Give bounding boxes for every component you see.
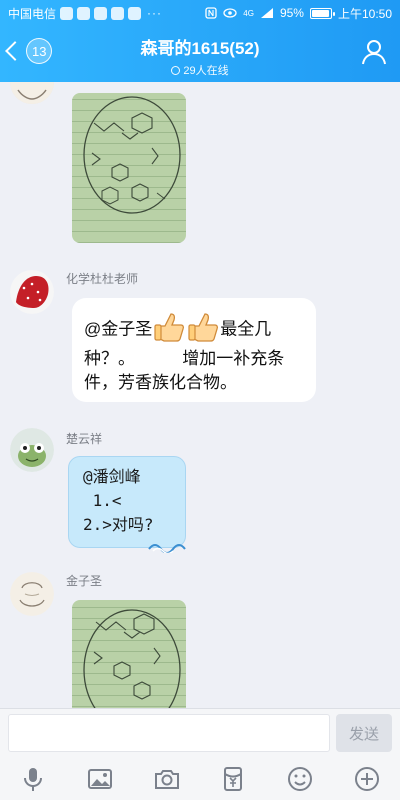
- signal-icon: [260, 8, 273, 18]
- eye-icon: [223, 8, 237, 18]
- navigation-bar: 13 森哥的1615(52) 29人在线: [0, 26, 400, 82]
- battery-percent: 95%: [279, 6, 304, 20]
- app-notification-icon: [60, 6, 74, 20]
- chevron-left-icon: [5, 41, 25, 61]
- message-text: @金子圣: [84, 319, 153, 339]
- app-notification-icon: [111, 6, 125, 20]
- avatar[interactable]: [10, 82, 54, 104]
- message-text: 种？。 增加一补充条: [84, 349, 285, 368]
- sender-name: 化学杜杜老师: [66, 272, 139, 286]
- avatar[interactable]: [10, 270, 54, 314]
- sender-name: 金子圣: [66, 574, 103, 588]
- carrier-label: 中国电信: [8, 6, 57, 21]
- plus-icon[interactable]: [353, 765, 381, 793]
- group-members-button[interactable]: [360, 38, 388, 66]
- avatar[interactable]: [10, 572, 54, 616]
- online-status: 29人在线: [60, 62, 340, 78]
- message-text: 件，芳香族化合物。: [84, 373, 237, 392]
- microphone-icon[interactable]: [19, 765, 47, 793]
- app-notification-icon: [128, 6, 142, 20]
- input-bar: 发送: [0, 708, 400, 758]
- input-toolbar: [0, 758, 400, 800]
- top-bar: 中国电信 ··· 4G 95% 上午10:50 13 森哥的1615(52) 2…: [0, 0, 400, 82]
- online-count: 29人在线: [183, 65, 229, 77]
- app-notification-icon: [77, 6, 91, 20]
- chat-area[interactable]: 化学杜杜老师 @金子圣 最全几 种？。 增加一补充条 件，芳香族化合物。 楚云祥 …: [0, 82, 400, 708]
- message-line: 2.>对吗?: [83, 515, 154, 534]
- battery-fill: [311, 9, 329, 17]
- message-line: 1.<: [83, 491, 122, 510]
- emoji-icon[interactable]: [286, 765, 314, 793]
- sender-name: 楚云祥: [66, 432, 103, 446]
- camera-icon[interactable]: [153, 765, 181, 793]
- image-message[interactable]: [72, 93, 186, 243]
- message-text: @潘剑峰 1.< 2.>对吗?: [83, 465, 154, 537]
- group-title: 森哥的1615(52): [140, 39, 260, 58]
- more-notifications-label: ···: [147, 6, 163, 20]
- clock: 上午10:50: [337, 6, 392, 21]
- unread-count-badge: 13: [26, 38, 53, 64]
- image-icon[interactable]: [86, 765, 114, 793]
- message-input[interactable]: [8, 714, 330, 752]
- red-packet-icon[interactable]: [219, 765, 247, 793]
- thumbs-up-emoji-icon: [186, 312, 220, 348]
- nfc-icon: [205, 7, 217, 19]
- thumbs-up-emoji-icon: [152, 312, 186, 348]
- wave-decoration-icon: [148, 544, 186, 553]
- app-notification-icon: [94, 6, 108, 20]
- chat-title-area[interactable]: 森哥的1615(52) 29人在线: [60, 34, 340, 78]
- network-type: 4G: [243, 8, 254, 18]
- styled-text-message[interactable]: @潘剑峰 1.< 2.>对吗?: [68, 456, 186, 553]
- text-message[interactable]: @金子圣 最全几 种？。 增加一补充条 件，芳香族化合物。: [72, 298, 316, 402]
- send-button[interactable]: 发送: [336, 714, 392, 752]
- online-indicator-icon: [171, 65, 181, 75]
- message-text: 最全几: [220, 319, 272, 339]
- back-button[interactable]: 13: [5, 38, 53, 64]
- message-line: @金子圣 最全几: [84, 312, 271, 348]
- avatar[interactable]: [10, 428, 54, 472]
- status-bar: 中国电信 ··· 4G 95% 上午10:50: [0, 0, 400, 26]
- message-line: @潘剑峰: [83, 467, 141, 486]
- image-message[interactable]: [72, 600, 186, 708]
- battery-icon: [309, 7, 335, 19]
